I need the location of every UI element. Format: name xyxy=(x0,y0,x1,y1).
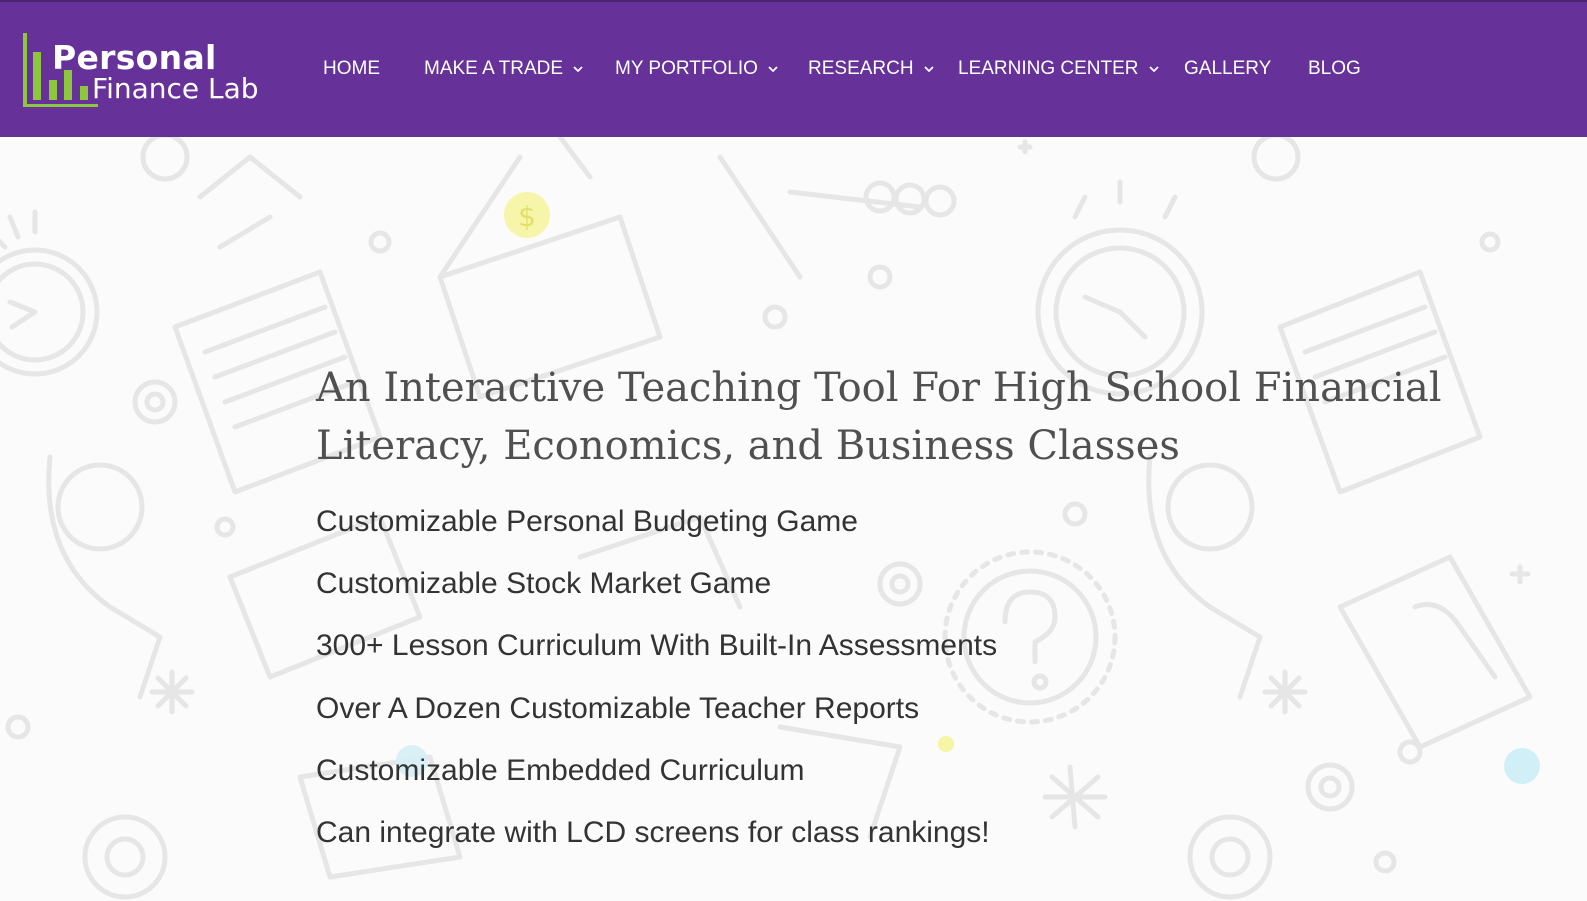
feature-item-embedded-curriculum: Customizable Embedded Curriculum xyxy=(316,753,805,787)
feature-item-teacher-reports: Over A Dozen Customizable Teacher Report… xyxy=(316,691,920,725)
nav-my-portfolio-label: MY PORTFOLIO xyxy=(615,58,758,79)
nav-learning-center-label: LEARNING CENTER xyxy=(958,58,1139,79)
svg-text:$: $ xyxy=(518,200,536,233)
chevron-down-icon xyxy=(923,66,934,73)
nav-gallery-label: GALLERY xyxy=(1184,58,1272,79)
nav-home-label: HOME xyxy=(323,58,380,79)
nav-learning-center[interactable]: LEARNING CENTER xyxy=(958,58,1160,80)
feature-item-budgeting-game: Customizable Personal Budgeting Game xyxy=(316,505,858,538)
chevron-down-icon xyxy=(768,66,778,73)
site-header: Personal Finance Lab HOME MAKE A TRADE M… xyxy=(0,0,1587,137)
nav-blog[interactable]: BLOG xyxy=(1308,58,1361,80)
nav-make-a-trade[interactable]: MAKE A TRADE xyxy=(424,58,584,80)
nav-research[interactable]: RESEARCH xyxy=(808,58,935,80)
hero-section: $ An Interactive Teaching Tool For High … xyxy=(0,137,1587,901)
feature-item-curriculum: 300+ Lesson Curriculum With Built-In Ass… xyxy=(316,629,998,663)
hero-headline: An Interactive Teaching Tool For High Sc… xyxy=(316,365,1442,469)
feature-item-lcd-screens: Can integrate with LCD screens for class… xyxy=(316,815,990,849)
chevron-down-icon xyxy=(1148,66,1159,73)
nav-home[interactable]: HOME xyxy=(323,58,380,80)
main-navigation: HOME MAKE A TRADE MY PORTFOLIO RESEARCH … xyxy=(0,2,1587,139)
nav-my-portfolio[interactable]: MY PORTFOLIO xyxy=(615,58,779,80)
nav-blog-label: BLOG xyxy=(1308,58,1361,79)
nav-gallery[interactable]: GALLERY xyxy=(1184,58,1271,80)
nav-research-label: RESEARCH xyxy=(808,58,914,79)
chevron-down-icon xyxy=(573,66,583,73)
nav-make-a-trade-label: MAKE A TRADE xyxy=(424,58,564,79)
feature-item-stock-market-game: Customizable Stock Market Game xyxy=(316,567,772,601)
feature-list: Customizable Personal Budgeting Game Cus… xyxy=(316,503,997,876)
